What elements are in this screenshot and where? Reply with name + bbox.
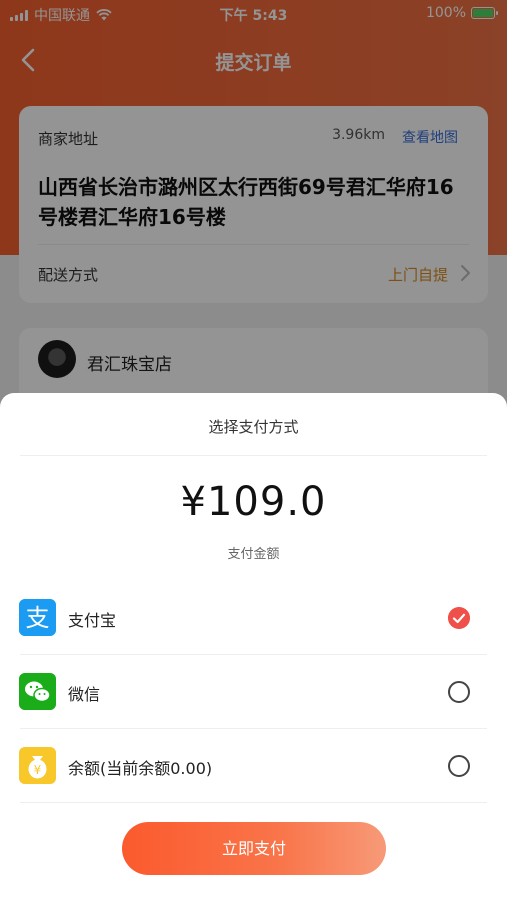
payment-option-alipay[interactable]: 支 支付宝 <box>0 581 507 655</box>
radio-unchecked-icon[interactable] <box>448 681 470 703</box>
alipay-icon: 支 <box>19 599 56 636</box>
svg-text:¥: ¥ <box>34 763 42 777</box>
payment-amount: ¥109.0 <box>180 479 327 525</box>
radio-checked-icon[interactable] <box>448 607 470 629</box>
svg-text:支: 支 <box>26 604 50 632</box>
divider <box>20 802 487 803</box>
radio-unchecked-icon[interactable] <box>448 755 470 777</box>
payment-option-label: 微信 <box>68 685 101 704</box>
payment-option-balance[interactable]: ¥ 余额(当前余额0.00) <box>0 729 507 803</box>
balance-icon: ¥ <box>19 747 56 784</box>
sheet-title: 选择支付方式 <box>208 418 299 436</box>
divider <box>20 455 487 456</box>
payment-sheet: 选择支付方式 ¥109.0 支付金额 支 支付宝 微信 ¥ 余额(当前余额0.0… <box>0 393 507 900</box>
payment-option-wechat[interactable]: 微信 <box>0 655 507 729</box>
payment-option-label: 支付宝 <box>68 611 117 630</box>
payment-option-label: 余额(当前余额0.00) <box>68 759 213 778</box>
pay-now-button[interactable]: 立即支付 <box>122 822 386 875</box>
wechat-icon <box>19 673 56 710</box>
payment-amount-label: 支付金额 <box>227 547 280 562</box>
